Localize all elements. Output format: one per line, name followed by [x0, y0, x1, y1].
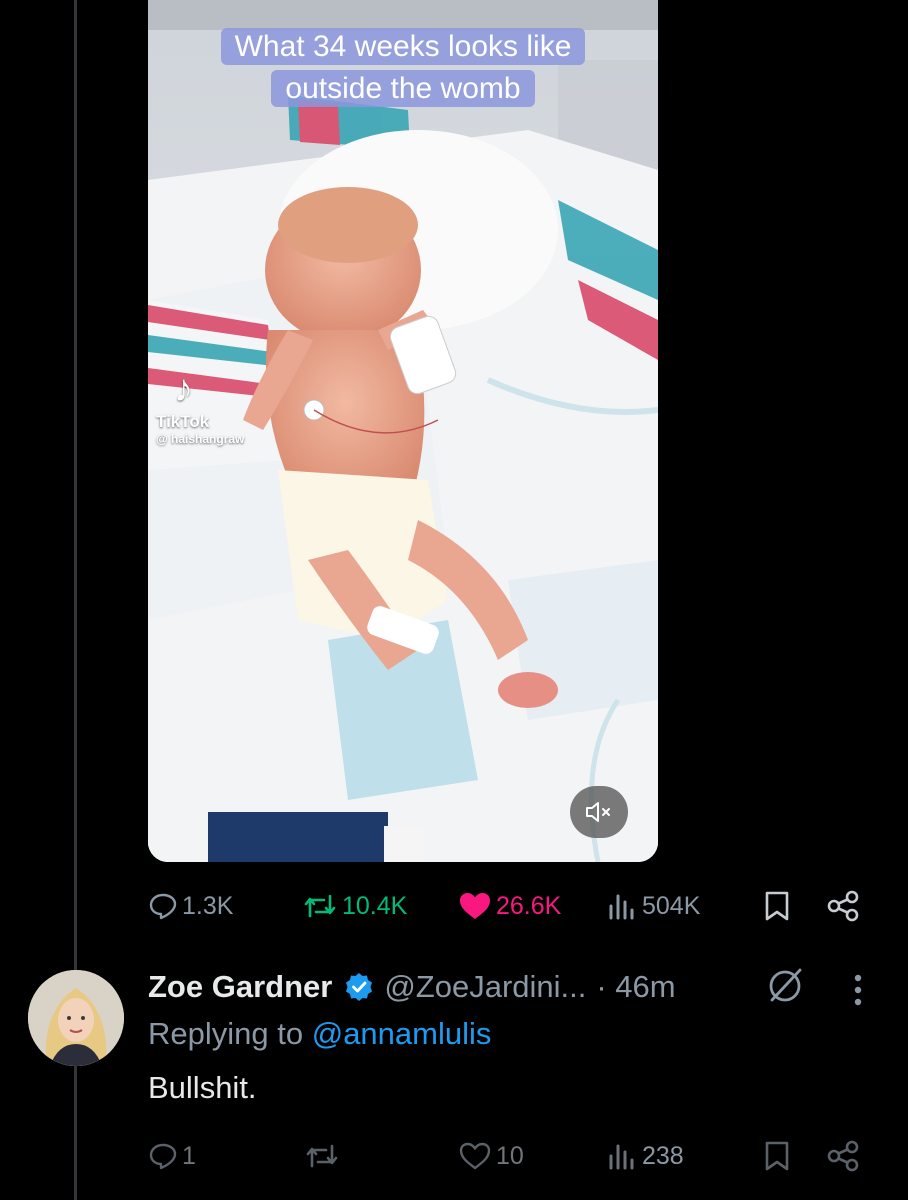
repost-icon: [306, 1144, 338, 1168]
repost-count: 10.4K: [342, 891, 408, 920]
replying-to-line: Replying to @annamlulis: [148, 1016, 491, 1052]
share-button[interactable]: [826, 884, 860, 928]
reply-reply-count: 1: [182, 1141, 196, 1170]
replying-prefix: Replying to: [148, 1016, 304, 1051]
tiktok-note-icon: ♪: [174, 368, 193, 410]
grok-icon[interactable]: [764, 966, 806, 1011]
replying-to-mention[interactable]: @annamlulis: [312, 1016, 492, 1051]
tiktok-brand: TikTok: [156, 412, 210, 431]
heart-outline-icon: [459, 1142, 491, 1170]
reply-handle[interactable]: @ZoeJardini...: [384, 969, 586, 1005]
reply-like-action[interactable]: 10: [458, 1134, 524, 1178]
reply-display-name[interactable]: Zoe Gardner: [148, 969, 332, 1005]
reply-action-bar: 1 10 238: [0, 1134, 908, 1178]
reply-reply-action[interactable]: 1: [148, 1134, 196, 1178]
reply-action[interactable]: 1.3K: [148, 884, 233, 928]
view-count: 504K: [642, 891, 701, 920]
reply-icon: [149, 893, 177, 920]
caption-line-2: outside the womb: [271, 70, 535, 107]
views-chart-icon: [609, 1144, 634, 1170]
tweet-action-bar: 1.3K 10.4K 26.6K 504K: [0, 884, 908, 928]
reply-avatar[interactable]: [28, 970, 124, 1066]
like-count: 26.6K: [496, 891, 562, 920]
reply-share-button[interactable]: [826, 1134, 860, 1178]
caption-line-1: What 34 weeks looks like: [220, 28, 586, 65]
repost-action[interactable]: 10.4K: [302, 884, 407, 928]
views-action[interactable]: 504K: [606, 884, 700, 928]
tiktok-watermark: ♪ TikTok @ haishangraw: [156, 370, 244, 446]
speaker-muted-icon: [586, 802, 610, 822]
reply-view-count: 238: [642, 1141, 684, 1170]
bookmark-button[interactable]: [762, 884, 792, 928]
tweet-video[interactable]: What 34 weeks looks like outside the wom…: [148, 0, 658, 862]
reply-views-action[interactable]: 238: [606, 1134, 684, 1178]
reply-header: Zoe Gardner @ZoeJardini... · 46m: [148, 962, 676, 1012]
video-caption: What 34 weeks looks like outside the wom…: [176, 26, 630, 110]
reply-timestamp[interactable]: · 46m: [596, 969, 675, 1005]
bookmark-icon: [765, 891, 789, 921]
bookmark-icon: [765, 1141, 789, 1171]
avatar-photo: [28, 970, 124, 1066]
tiktok-handle: @ haishangraw: [156, 432, 245, 446]
reply-like-count: 10: [496, 1141, 524, 1170]
verified-badge-icon: [344, 972, 374, 1002]
more-options-icon[interactable]: [850, 972, 866, 1013]
reply-icon: [149, 1143, 177, 1170]
mute-button[interactable]: [570, 786, 628, 838]
repost-icon: [304, 894, 336, 918]
views-chart-icon: [609, 894, 634, 920]
heart-filled-icon: [460, 893, 490, 919]
reply-body: Bullshit.: [148, 1070, 257, 1105]
share-icon: [827, 890, 859, 922]
reply-bookmark-button[interactable]: [762, 1134, 792, 1178]
reply-count: 1.3K: [182, 891, 234, 920]
reply-repost-action[interactable]: [304, 1134, 340, 1178]
share-icon: [827, 1140, 859, 1172]
like-action[interactable]: 26.6K: [458, 884, 561, 928]
